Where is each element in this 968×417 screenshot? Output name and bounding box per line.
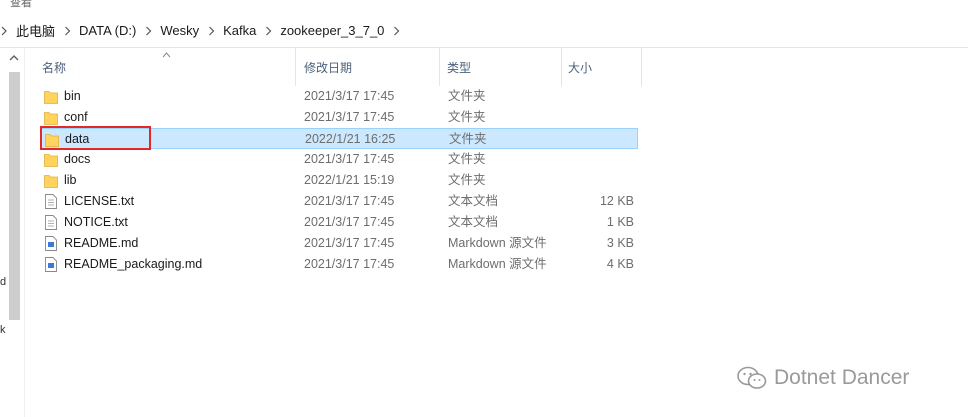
breadcrumb-label: 此电脑 — [16, 24, 56, 39]
file-name: conf — [64, 110, 88, 124]
nav-scrollbar[interactable] — [6, 48, 22, 417]
file-type: 文件夹 — [448, 89, 486, 103]
file-type: Markdown 源文件 — [448, 236, 547, 250]
chevron-right-icon[interactable] — [57, 26, 77, 36]
file-date: 2021/3/17 17:45 — [304, 236, 395, 250]
file-name: NOTICE.txt — [64, 215, 128, 229]
breadcrumb-item[interactable]: DATA (D:) — [77, 14, 158, 47]
file-size — [568, 170, 634, 191]
title-strip: 查看 — [0, 0, 968, 10]
watermark: Dotnet Dancer — [736, 364, 909, 392]
text-file-icon — [44, 194, 58, 209]
file-row[interactable]: data 2022/1/21 16:25 文件夹 — [40, 128, 638, 149]
file-size — [568, 149, 634, 170]
file-date: 2022/1/21 15:19 — [304, 173, 395, 187]
file-size — [568, 86, 634, 107]
text-file-icon — [44, 215, 58, 230]
file-name: lib — [64, 173, 77, 187]
breadcrumb-label: zookeeper_3_7_0 — [280, 23, 385, 38]
file-date: 2021/3/17 17:45 — [304, 89, 395, 103]
watermark-text: Dotnet Dancer — [774, 366, 910, 389]
column-size-label: 大小 — [568, 60, 593, 75]
scroll-thumb[interactable] — [9, 72, 20, 320]
column-type[interactable]: 类型 — [440, 48, 562, 86]
chevron-right-icon[interactable] — [201, 26, 221, 36]
file-size — [569, 129, 635, 150]
file-row[interactable]: lib 2022/1/21 15:19 文件夹 — [40, 170, 638, 191]
sort-up-icon — [162, 50, 171, 60]
file-row[interactable]: README_packaging.md 2021/3/17 17:45 Markdo… — [40, 254, 638, 275]
file-date: 2021/3/17 17:45 — [304, 215, 395, 229]
chevron-right-icon[interactable] — [0, 14, 14, 47]
markdown-file-icon — [44, 236, 58, 251]
file-type: 文件夹 — [448, 173, 486, 187]
column-header: 名称 修改日期 类型 大小 — [24, 48, 664, 86]
file-row[interactable]: README.md 2021/3/17 17:45 Markdown 源文件 3 KB — [40, 233, 638, 254]
wechat-logo-icon — [737, 366, 767, 389]
file-size: 3 KB — [606, 236, 634, 250]
navigation-pane[interactable]: d k — [0, 48, 25, 417]
column-date[interactable]: 修改日期 — [296, 48, 440, 86]
file-size — [568, 107, 634, 128]
file-list[interactable]: 名称 修改日期 类型 大小 bin 2021/3/17 17:45 文件夹 conf 2… — [24, 48, 968, 417]
file-date: 2021/3/17 17:45 — [304, 194, 395, 208]
markdown-file-icon — [44, 257, 58, 272]
breadcrumb-item[interactable]: Wesky — [158, 14, 221, 47]
column-name[interactable]: 名称 — [24, 48, 296, 86]
breadcrumb-label: Wesky — [160, 23, 200, 38]
breadcrumb-item[interactable]: Kafka — [221, 14, 278, 47]
file-name: LICENSE.txt — [64, 194, 135, 208]
file-type: 文本文档 — [448, 194, 499, 208]
file-date: 2021/3/17 17:45 — [304, 152, 395, 166]
breadcrumb-item[interactable]: zookeeper_3_7_0 — [278, 14, 406, 47]
folder-icon — [44, 89, 58, 104]
file-date: 2021/3/17 17:45 — [304, 257, 395, 271]
file-type: 文本文档 — [448, 215, 499, 229]
file-size: 1 KB — [606, 215, 634, 229]
file-size: 4 KB — [606, 257, 634, 271]
file-row[interactable]: docs 2021/3/17 17:45 文件夹 — [40, 149, 638, 170]
file-row[interactable]: NOTICE.txt 2021/3/17 17:45 文本文档 1 KB — [40, 212, 638, 233]
file-type: 文件夹 — [448, 152, 486, 166]
file-date: 2021/3/17 17:45 — [304, 110, 395, 124]
folder-icon — [44, 152, 58, 167]
column-type-label: 类型 — [447, 60, 472, 75]
breadcrumb-label: Kafka — [223, 23, 257, 38]
file-type: 文件夹 — [448, 110, 486, 124]
file-type: Markdown 源文件 — [448, 257, 547, 271]
title-fragment: 查看 — [10, 0, 32, 9]
nav-item-fragment[interactable]: k — [0, 324, 6, 336]
breadcrumb-item[interactable]: 此电脑 — [14, 14, 77, 47]
folder-icon — [45, 132, 59, 147]
scroll-up-arrow-icon[interactable] — [6, 54, 22, 68]
file-date: 2022/1/21 16:25 — [305, 132, 396, 146]
chevron-right-icon[interactable] — [138, 26, 158, 36]
file-name: docs — [64, 152, 91, 166]
file-name: bin — [64, 89, 81, 103]
column-name-label: 名称 — [42, 60, 67, 75]
file-name: README_packaging.md — [64, 257, 203, 271]
nav-item-fragment[interactable]: d — [0, 276, 6, 288]
folder-icon — [44, 110, 58, 125]
chevron-right-icon[interactable] — [258, 26, 278, 36]
file-type: 文件夹 — [449, 132, 487, 146]
folder-icon — [44, 173, 58, 188]
file-row[interactable]: bin 2021/3/17 17:45 文件夹 — [40, 86, 638, 107]
breadcrumb-label: DATA (D:) — [79, 23, 137, 38]
address-bar[interactable]: 此电脑 DATA (D:) Wesky Kafka zookeeper_3_7_0 — [0, 14, 968, 48]
file-size: 12 KB — [599, 194, 634, 208]
file-row[interactable]: conf 2021/3/17 17:45 文件夹 — [40, 107, 638, 128]
column-size[interactable]: 大小 — [562, 48, 642, 86]
column-date-label: 修改日期 — [304, 60, 353, 75]
file-name: README.md — [64, 236, 139, 250]
breadcrumb: 此电脑 DATA (D:) Wesky Kafka zookeeper_3_7_0 — [14, 14, 406, 47]
file-name: data — [65, 132, 90, 146]
file-row[interactable]: LICENSE.txt 2021/3/17 17:45 文本文档 12 KB — [40, 191, 638, 212]
chevron-right-icon[interactable] — [386, 26, 406, 36]
